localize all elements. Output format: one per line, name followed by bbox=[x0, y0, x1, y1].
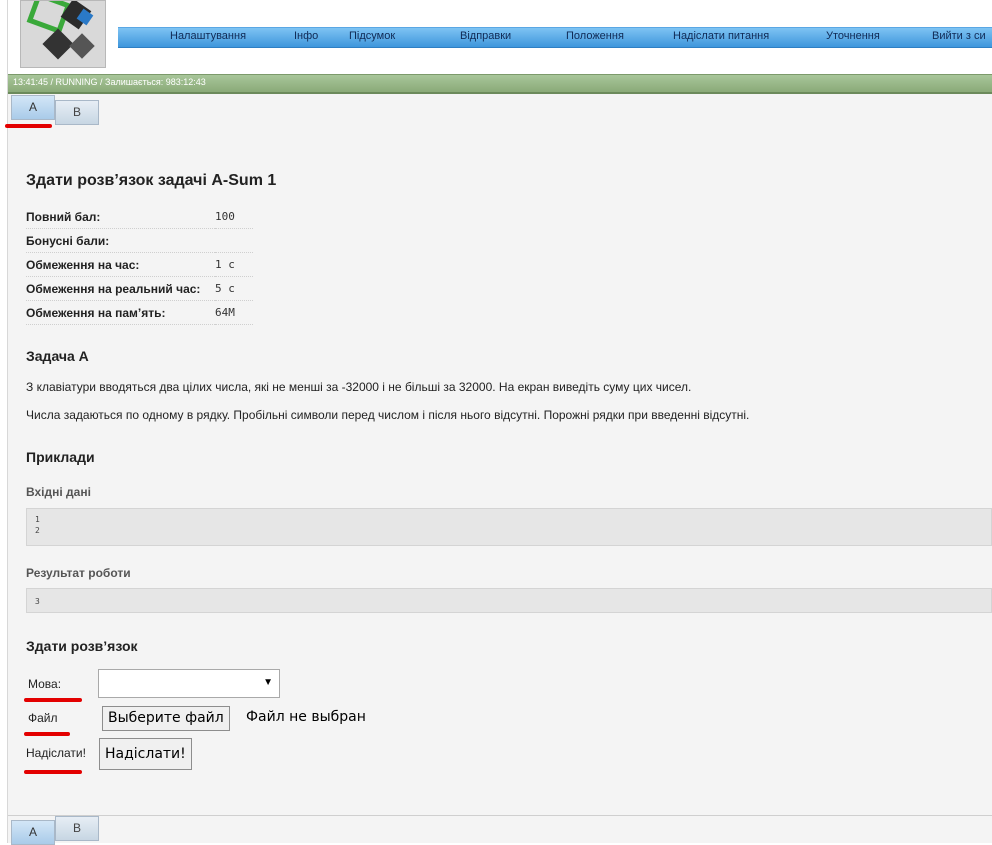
file-label: Файл bbox=[28, 711, 58, 725]
divider bbox=[8, 815, 992, 816]
status-bar: 13:41:45 / RUNNING / Залишається: 983:12… bbox=[8, 74, 992, 94]
menu-item-settings[interactable]: Налаштування bbox=[170, 30, 246, 42]
statement-paragraph: Числа задаються по одному в рядку. Пробі… bbox=[26, 408, 750, 422]
submit-button[interactable]: Надіслати! bbox=[99, 738, 192, 770]
language-label: Мова: bbox=[28, 677, 62, 691]
limits-row: Бонусні бали: bbox=[26, 228, 253, 253]
limit-value: 5 с bbox=[215, 276, 253, 301]
limit-value: 100 bbox=[215, 205, 253, 229]
header: Налаштування Інфо Підсумок Відправки Пол… bbox=[8, 0, 992, 74]
limit-label: Обмеження на час: bbox=[26, 252, 215, 277]
menu-item-info[interactable]: Інфо bbox=[294, 30, 318, 42]
limits-row: Обмеження на час: 1 с bbox=[26, 252, 253, 277]
example-input-line: 2 bbox=[35, 526, 40, 535]
menu-item-summary[interactable]: Підсумок bbox=[349, 30, 395, 42]
cats-logo-icon[interactable] bbox=[20, 0, 106, 68]
dropdown-arrow-icon: ▼ bbox=[263, 677, 273, 688]
output-label: Результат роботи bbox=[26, 566, 131, 580]
main-menu: Налаштування Інфо Підсумок Відправки Пол… bbox=[118, 27, 992, 48]
problem-heading: Задача A bbox=[26, 348, 89, 364]
red-annotation-underline bbox=[24, 698, 82, 702]
example-output-line: 3 bbox=[35, 597, 40, 606]
example-input-line: 1 bbox=[35, 515, 40, 524]
red-annotation-underline bbox=[24, 732, 70, 736]
statement-paragraph: З клавіатури вводяться два цілих числа, … bbox=[26, 380, 692, 394]
submit-heading: Здати розв’язок bbox=[26, 638, 138, 654]
menu-item-submissions[interactable]: Відправки bbox=[460, 30, 511, 42]
page: Налаштування Інфо Підсумок Відправки Пол… bbox=[5, 0, 992, 845]
limit-label: Обмеження на пам’ять: bbox=[26, 300, 215, 325]
limit-label: Бонусні бали: bbox=[26, 228, 215, 253]
limits-row: Обмеження на пам’ять: 64M bbox=[26, 300, 253, 325]
limits-row: Повний бал: 100 bbox=[26, 205, 253, 229]
tab-problem-a[interactable]: A bbox=[11, 95, 55, 120]
limit-label: Повний бал: bbox=[26, 205, 215, 229]
send-label: Надіслати! bbox=[26, 746, 86, 760]
menu-item-rules[interactable]: Положення bbox=[566, 30, 624, 42]
example-input: 1 2 bbox=[26, 508, 992, 546]
limit-label: Обмеження на реальний час: bbox=[26, 276, 215, 301]
examples-heading: Приклади bbox=[26, 449, 95, 465]
red-annotation-underline bbox=[24, 770, 82, 774]
input-label: Вхідні дані bbox=[26, 485, 91, 499]
red-annotation-underline bbox=[5, 124, 52, 128]
limits-table: Повний бал: 100 Бонусні бали: Обмеження … bbox=[26, 205, 253, 325]
language-select[interactable]: ▼ bbox=[98, 669, 280, 698]
tab-problem-b-bottom[interactable]: B bbox=[55, 816, 99, 841]
limit-value: 1 с bbox=[215, 252, 253, 277]
problem-title: Здати розв’язок задачі A-Sum 1 bbox=[26, 172, 277, 189]
choose-file-button[interactable]: Выберите файл bbox=[102, 706, 230, 731]
limit-value: 64M bbox=[215, 300, 253, 325]
limits-row: Обмеження на реальний час: 5 с bbox=[26, 276, 253, 301]
menu-item-logout[interactable]: Вийти з си bbox=[932, 30, 986, 42]
file-status-text: Файл не выбран bbox=[246, 709, 366, 725]
menu-item-clarifications[interactable]: Уточнення bbox=[826, 30, 880, 42]
tab-problem-b[interactable]: B bbox=[55, 100, 99, 125]
contest-status: 13:41:45 / RUNNING / Залишається: 983:12… bbox=[13, 77, 206, 87]
limit-value bbox=[215, 228, 253, 253]
tab-problem-a-bottom[interactable]: A bbox=[11, 820, 55, 845]
menu-item-ask-question[interactable]: Надіслати питання bbox=[673, 30, 769, 42]
example-output: 3 bbox=[26, 588, 992, 613]
